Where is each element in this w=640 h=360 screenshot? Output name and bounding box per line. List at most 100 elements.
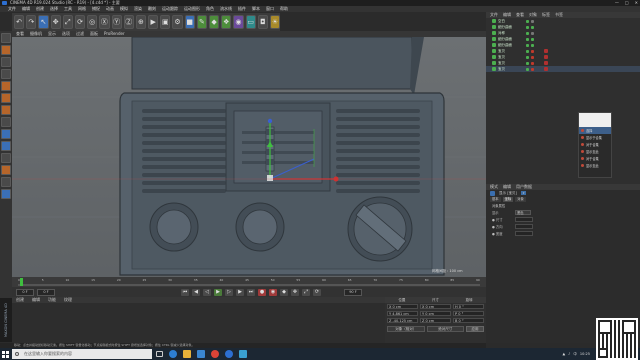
- attribute-mode-button[interactable]: ▾: [520, 191, 527, 195]
- network-icon[interactable]: ▲: [562, 352, 565, 356]
- timeline[interactable]: 0 5 10 15 20 25 30 35 40 45 50 55 60 65 70 75 80 85 90: [12, 277, 486, 287]
- scale-key-icon[interactable]: ⤢: [302, 288, 310, 296]
- go-start-icon[interactable]: ⏮: [181, 288, 189, 296]
- position-x-field[interactable]: X 0 cm: [387, 304, 418, 309]
- size-mode-select[interactable]: 绝对尺寸: [426, 326, 464, 332]
- z-axis-icon[interactable]: Ⓩ: [123, 15, 134, 29]
- visibility-flags[interactable]: [526, 31, 534, 35]
- menu-item-mesh[interactable]: 网格: [78, 6, 86, 12]
- texture-mode-icon[interactable]: [1, 57, 11, 67]
- make-editable-icon[interactable]: [1, 33, 11, 43]
- prev-frame-icon[interactable]: ◁: [203, 288, 211, 296]
- y-axis-icon[interactable]: Ⓨ: [111, 15, 122, 29]
- mat-menu-create[interactable]: 创建: [16, 297, 24, 303]
- x-axis-icon[interactable]: Ⓧ: [99, 15, 110, 29]
- size-y-field[interactable]: Y 0 cm: [420, 311, 451, 316]
- snap-icon[interactable]: [1, 141, 11, 151]
- object-row[interactable]: 宝贝: [486, 66, 640, 72]
- size-x-field[interactable]: X 0 cm: [420, 304, 451, 309]
- context-menu-item[interactable]: 对于合集: [579, 155, 611, 162]
- material-tag-icon[interactable]: [544, 67, 548, 71]
- record-icon[interactable]: ●: [258, 288, 266, 296]
- context-menu-item[interactable]: 显示至此: [579, 148, 611, 155]
- task-view-icon[interactable]: [152, 348, 166, 360]
- position-y-field[interactable]: Y 4.861 cm: [387, 311, 418, 316]
- property-field[interactable]: [515, 224, 533, 229]
- rotate-icon[interactable]: ⟳: [74, 15, 86, 29]
- points-mode-icon[interactable]: [1, 81, 11, 91]
- prev-key-icon[interactable]: ◀: [192, 288, 200, 296]
- timeline-playhead[interactable]: [20, 278, 23, 286]
- attr-menu-userdata[interactable]: 用户数据: [516, 184, 532, 190]
- keyframe-selection-icon[interactable]: ◆: [280, 288, 288, 296]
- workplane-icon[interactable]: [1, 69, 11, 79]
- timeline-track[interactable]: [18, 284, 480, 286]
- tweak-mode-icon[interactable]: [1, 129, 11, 139]
- render-view-icon[interactable]: ▶: [148, 15, 159, 29]
- windows-start-icon[interactable]: [0, 348, 10, 360]
- menu-item-script[interactable]: 脚本: [252, 6, 260, 12]
- menu-item-render[interactable]: 渲染: [134, 6, 142, 12]
- size-z-field[interactable]: Z 0 cm: [420, 318, 451, 323]
- mat-menu-texture[interactable]: 纹理: [64, 297, 72, 303]
- material-tag-icon[interactable]: [544, 55, 548, 59]
- cinema4d-taskbar-icon[interactable]: [222, 348, 236, 360]
- model-mode-icon[interactable]: [1, 45, 11, 55]
- property-select[interactable]: 黑色: [515, 210, 531, 215]
- render-settings-icon[interactable]: ⚙: [172, 15, 183, 29]
- rotation-key-icon[interactable]: ⟳: [313, 288, 321, 296]
- go-end-icon[interactable]: ⏭: [247, 288, 255, 296]
- volume-icon[interactable]: ♪: [568, 352, 570, 356]
- menu-item-select[interactable]: 选择: [50, 6, 58, 12]
- tab-object[interactable]: 对象: [515, 196, 526, 202]
- current-frame-field[interactable]: 0 F: [37, 288, 55, 296]
- attr-menu-mode[interactable]: 模式: [490, 184, 498, 190]
- tab-basic[interactable]: 基本: [490, 196, 501, 202]
- property-field[interactable]: [515, 217, 533, 222]
- live-select-icon[interactable]: ↖: [38, 15, 49, 29]
- visibility-flags[interactable]: [526, 49, 534, 53]
- menu-item-snap[interactable]: 捕捉: [92, 6, 100, 12]
- render-picture-viewer-icon[interactable]: ▣: [160, 15, 171, 29]
- menu-item-motion-tracker[interactable]: 运动跟踪: [162, 6, 178, 12]
- scene-floor-icon[interactable]: ▭: [245, 15, 256, 29]
- axis-mode-icon[interactable]: [1, 117, 11, 127]
- position-key-icon[interactable]: ✥: [291, 288, 299, 296]
- next-frame-icon[interactable]: ▷: [225, 288, 233, 296]
- cube-icon[interactable]: ■: [184, 15, 195, 29]
- frame-start-field[interactable]: 0 F: [16, 288, 34, 296]
- rotation-h-field[interactable]: H 0 °: [453, 304, 484, 309]
- menu-item-create[interactable]: 创建: [36, 6, 44, 12]
- light-icon[interactable]: ☀: [269, 15, 281, 29]
- rotation-b-field[interactable]: B 0 °: [453, 318, 484, 323]
- context-menu-item[interactable]: 显示至此: [579, 162, 611, 169]
- property-field[interactable]: [515, 231, 533, 236]
- tab-coordinates[interactable]: 坐标: [502, 196, 514, 202]
- position-z-field[interactable]: Z -40.125 cm: [387, 318, 418, 323]
- coordinate-system-icon[interactable]: ⊕: [135, 15, 147, 29]
- menu-item-simulate[interactable]: 模拟: [120, 6, 128, 12]
- frame-end-field[interactable]: 90 F: [344, 288, 362, 296]
- visibility-flags[interactable]: [526, 55, 534, 59]
- taskbar-search-input[interactable]: 在这里输入你要搜索的内容: [12, 349, 152, 359]
- mat-menu-edit[interactable]: 编辑: [32, 297, 40, 303]
- menu-item-animate[interactable]: 动画: [106, 6, 114, 12]
- 3d-viewport[interactable]: 网格间距 : 100 cm: [12, 37, 486, 277]
- deformer-icon[interactable]: ◉: [233, 15, 244, 29]
- material-tag-icon[interactable]: [544, 61, 548, 65]
- menu-item-file[interactable]: 文件: [8, 6, 16, 12]
- array-icon[interactable]: ❖: [221, 15, 232, 29]
- scale-icon[interactable]: ⤢: [62, 15, 73, 29]
- lock-workplane-icon[interactable]: [1, 153, 11, 163]
- attr-menu-edit[interactable]: 编辑: [503, 184, 511, 190]
- viewport-solo-icon[interactable]: [1, 177, 11, 187]
- visibility-flags[interactable]: [526, 43, 534, 47]
- autokey-icon[interactable]: ◉: [269, 288, 277, 296]
- redo-icon[interactable]: ↷: [26, 15, 37, 29]
- move-icon[interactable]: ✥: [50, 15, 61, 29]
- input-language[interactable]: 中: [573, 352, 577, 357]
- context-menu-item[interactable]: 显示于合集: [579, 134, 611, 141]
- visibility-flags[interactable]: [526, 67, 534, 71]
- next-key-icon[interactable]: ▶: [236, 288, 244, 296]
- chrome-icon[interactable]: [208, 348, 222, 360]
